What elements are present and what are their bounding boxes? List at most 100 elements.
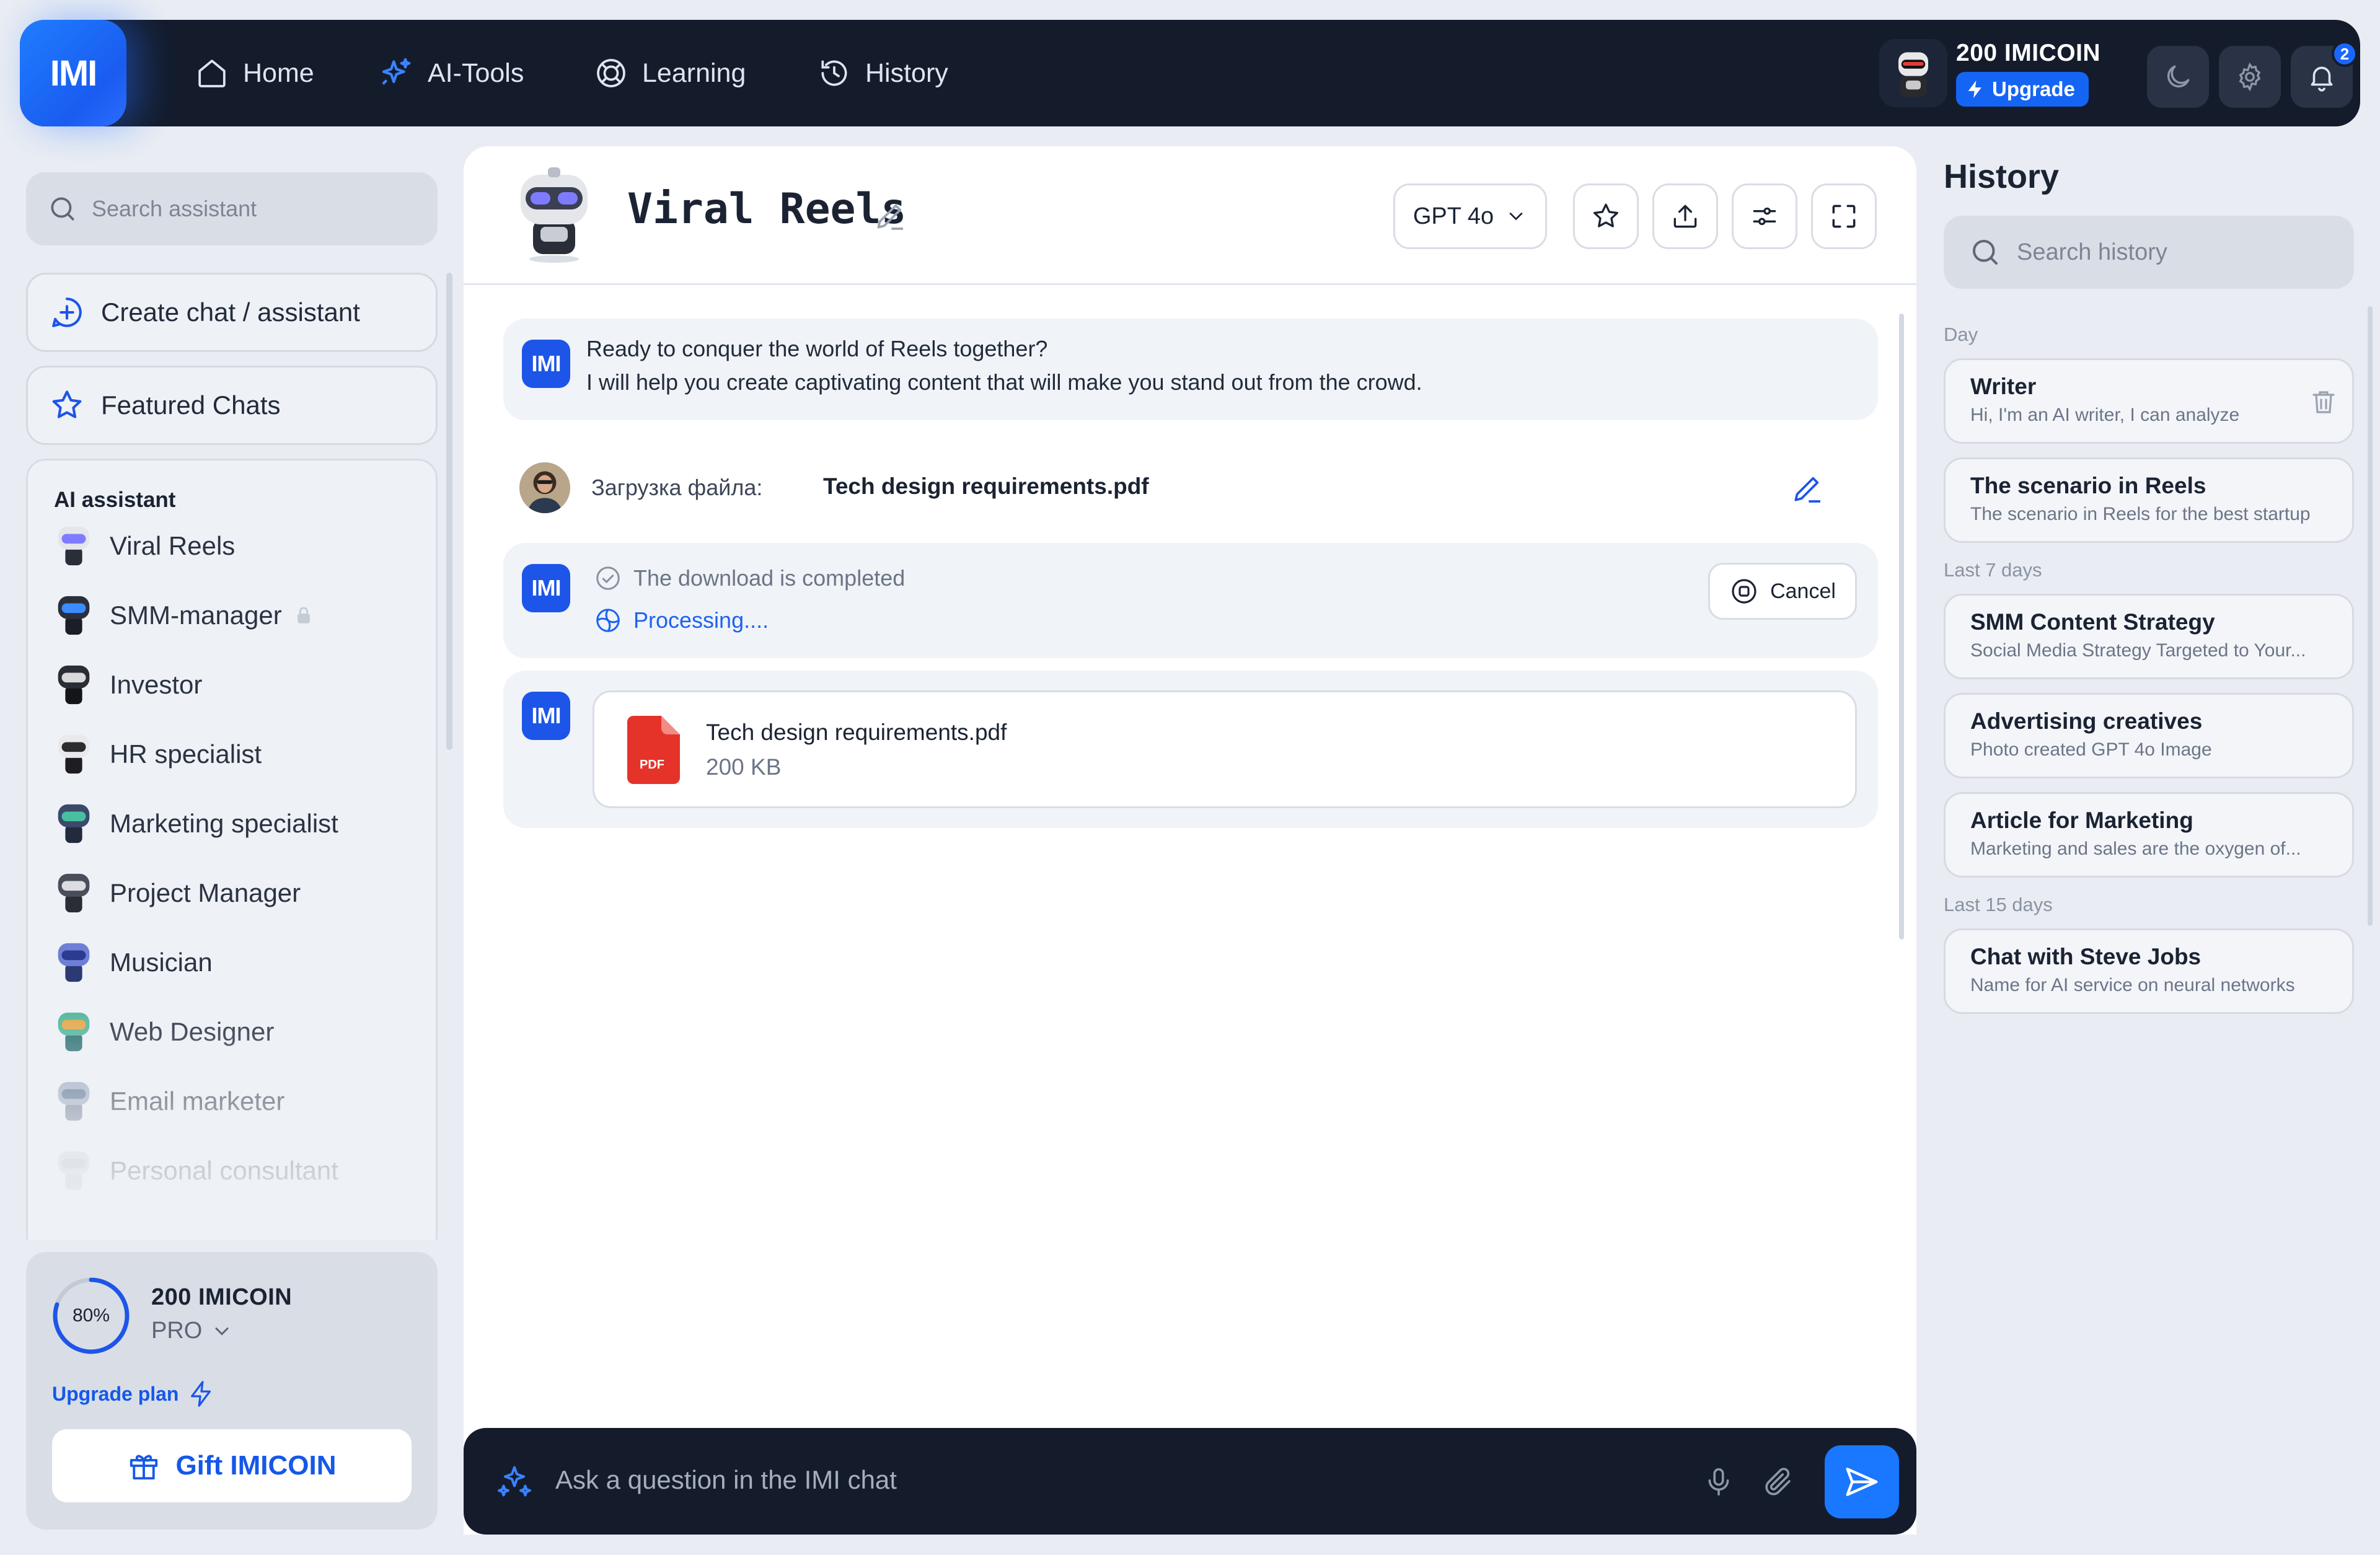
history-item[interactable]: Writer Hi, I'm an AI writer, I can analyz… (1944, 358, 2354, 444)
featured-chats-button[interactable]: Featured Chats (26, 366, 438, 445)
history-title: History (1944, 158, 2060, 195)
imi-logo[interactable]: IMI (20, 20, 126, 126)
assistant-item[interactable]: Personal consultant (54, 1143, 338, 1198)
notification-badge: 2 (2332, 41, 2358, 67)
assistant-greeting-message: IMI Ready to conquer the world of Reels … (503, 319, 1878, 420)
fullscreen-button[interactable] (1811, 183, 1877, 249)
share-button[interactable] (1652, 183, 1718, 249)
chat-input-bar: Ask a question in the IMI chat (464, 1428, 1916, 1535)
sparkle-icon[interactable] (496, 1463, 533, 1500)
nav-home[interactable]: Home (195, 20, 314, 126)
microphone-icon[interactable] (1702, 1465, 1735, 1499)
nav-home-label: Home (243, 58, 314, 88)
sidebar-scrollbar[interactable] (446, 273, 452, 750)
nav-learning[interactable]: Learning (594, 20, 746, 126)
assistant-item[interactable]: Viral Reels (54, 519, 235, 573)
edit-message-icon[interactable] (1790, 471, 1825, 506)
edit-title-icon[interactable] (873, 198, 907, 233)
assistant-avatar-icon (58, 804, 90, 844)
greeting-line-2: I will help you create captivating conte… (586, 369, 1422, 395)
stop-icon (1732, 579, 1756, 604)
processing-message: IMI The download is completed Processing… (503, 543, 1878, 658)
gear-icon (2239, 62, 2261, 92)
history-search-input[interactable]: Search history (1944, 216, 2354, 289)
assistant-item-label: HR specialist (110, 739, 262, 769)
history-icon (821, 60, 847, 86)
upgrade-button[interactable]: Upgrade (1956, 72, 2089, 107)
history-item-subtitle: Photo created GPT 4o Image (1970, 739, 2212, 760)
model-label: GPT 4o (1413, 203, 1494, 229)
upload-file-name: Tech design requirements.pdf (823, 474, 1149, 499)
history-scrollbar[interactable] (2368, 306, 2373, 926)
plan-tier-dropdown[interactable]: PRO (151, 1318, 233, 1344)
assistant-avatar (521, 167, 588, 263)
history-item-title: SMM Content Strategy (1970, 609, 2215, 635)
pdf-type-label: PDF (640, 758, 664, 772)
history-item-subtitle: Marketing and sales are the oxygen of... (1970, 839, 2301, 859)
cancel-button[interactable]: Cancel (1708, 563, 1857, 620)
model-dropdown[interactable]: GPT 4o (1393, 183, 1547, 249)
star-icon (1593, 203, 1618, 227)
assistant-avatar-icon (58, 1012, 90, 1052)
upgrade-plan-link[interactable]: Upgrade plan (52, 1380, 216, 1408)
imi-badge: IMI (522, 692, 570, 740)
chat-settings-button[interactable] (1732, 183, 1797, 249)
send-button[interactable] (1825, 1445, 1899, 1518)
assistant-search-input[interactable]: Search assistant (26, 172, 438, 245)
assistant-item-label: Viral Reels (110, 531, 236, 560)
assistant-avatar-icon (58, 943, 90, 982)
assistant-item-label: Project Manager (110, 878, 301, 907)
assistant-item[interactable]: Investor (54, 658, 202, 712)
bell-icon (2311, 66, 2333, 92)
chat-plus-icon (52, 297, 82, 327)
history-item-title: The scenario in Reels (1970, 473, 2206, 498)
history-item[interactable]: Article for Marketing Marketing and sales… (1944, 792, 2354, 878)
gift-imicoin-button[interactable]: Gift IMICOIN (52, 1429, 412, 1502)
chat-input-field[interactable]: Ask a question in the IMI chat (555, 1465, 897, 1495)
assistant-item-label: Musician (110, 948, 213, 977)
assistant-item[interactable]: Web Designer (54, 1005, 274, 1059)
check-circle-icon (596, 566, 620, 590)
processing-status: Processing.... (594, 606, 769, 635)
trash-icon[interactable] (2309, 387, 2338, 417)
assistant-item[interactable]: SMM-manager (54, 588, 314, 643)
assistant-item-label: Personal consultant (110, 1156, 338, 1185)
assistant-item-label: Marketing specialist (110, 809, 338, 838)
history-search-placeholder: Search history (2017, 239, 2167, 265)
user-photo-icon (519, 462, 570, 513)
assistant-avatar-icon (58, 1081, 90, 1121)
file-attachment-card[interactable]: PDF Tech design requirements.pdf 200 KB (593, 690, 1857, 808)
learning-icon (597, 59, 625, 87)
assistant-item[interactable]: Musician (54, 935, 213, 990)
assistant-avatar-icon (58, 596, 90, 635)
assistant-avatar-icon (58, 734, 90, 774)
history-item[interactable]: Advertising creatives Photo created GPT 4… (1944, 693, 2354, 778)
assistant-item[interactable]: Project Manager (54, 866, 301, 920)
assistant-avatar-icon (58, 873, 90, 913)
history-item[interactable]: The scenario in Reels The scenario in Ree… (1944, 457, 2354, 543)
notifications-button[interactable]: 2 (2291, 41, 2358, 108)
history-item[interactable]: SMM Content Strategy Social Media Strateg… (1944, 594, 2354, 679)
settings-button[interactable] (2219, 46, 2281, 108)
assistant-avatar-icon (58, 665, 90, 705)
paperclip-icon[interactable] (1761, 1465, 1795, 1499)
favorite-button[interactable] (1573, 183, 1639, 249)
search-icon (51, 197, 74, 221)
user-avatar (519, 462, 570, 513)
create-chat-button[interactable]: Create chat / assistant (26, 273, 438, 352)
user-avatar[interactable] (1879, 39, 1947, 107)
assistant-item[interactable]: Email marketer (54, 1074, 284, 1129)
theme-toggle-button[interactable] (2147, 46, 2209, 108)
nav-history[interactable]: History (817, 20, 948, 126)
assistant-item-label: Investor (110, 670, 203, 699)
assistant-item[interactable]: Marketing specialist (54, 796, 338, 851)
chat-scrollbar[interactable] (1899, 314, 1904, 940)
history-item[interactable]: Chat with Steve Jobs Name for AI service … (1944, 928, 2354, 1014)
upgrade-plan-label: Upgrade plan (52, 1382, 179, 1405)
nav-ai-tools[interactable]: AI-Tools (379, 20, 524, 126)
upload-label: Загрузка файла: (591, 475, 763, 500)
processing-text: Processing.... (633, 607, 769, 633)
assistant-item[interactable]: HR specialist (54, 727, 262, 782)
usage-percent: 80% (72, 1305, 110, 1326)
assistant-item-label: Web Designer (110, 1017, 275, 1046)
